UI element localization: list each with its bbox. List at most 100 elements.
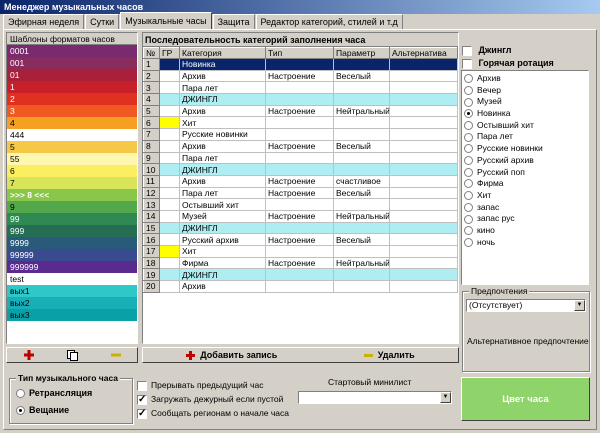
template-item[interactable]: test	[7, 273, 137, 285]
radio-dot[interactable]	[464, 202, 473, 212]
retranslation-radio-dot[interactable]	[16, 389, 25, 399]
radio-dot[interactable]	[464, 156, 473, 166]
table-row[interactable]: 2 Архив Настроение Веселый	[143, 69, 458, 83]
tab-2[interactable]: Музыкальные часы	[120, 12, 212, 29]
category-radio-item[interactable]: Архив	[462, 73, 588, 85]
column-header[interactable]: Альтернатива	[389, 47, 458, 59]
hour-option-checkbox[interactable]: Сообщать регионам о начале часа	[137, 406, 289, 421]
template-item[interactable]: 9999	[7, 237, 137, 249]
template-item[interactable]: 6	[7, 165, 137, 177]
category-radio-item[interactable]: запас	[462, 202, 588, 214]
template-item[interactable]: 99999	[7, 249, 137, 261]
category-radio-item[interactable]: Остывший хит	[462, 120, 588, 132]
table-row[interactable]: 1 Новинка	[143, 58, 458, 71]
add-record-button[interactable]: Добавить запись	[186, 350, 277, 360]
category-radio-item[interactable]: Хит	[462, 190, 588, 202]
category-radio-item[interactable]: Пара лет	[462, 131, 588, 143]
hour-option-checkbox[interactable]: Прерывать предыдущий час	[137, 378, 287, 392]
table-row[interactable]: 13 Остывший хит	[143, 198, 458, 211]
copy-template-button[interactable]	[66, 349, 78, 361]
hot-rotation-check-box[interactable]	[462, 58, 472, 69]
remove-template-button[interactable]	[110, 350, 121, 360]
column-header[interactable]: Категория	[179, 47, 266, 59]
template-item[interactable]: 9	[7, 201, 137, 213]
tab-1[interactable]: Сутки	[85, 14, 120, 29]
hour-option-checkbox[interactable]: Загружать дежурный если пустой	[137, 392, 287, 407]
template-item[interactable]: 999	[7, 225, 137, 237]
broadcast-radio-dot[interactable]	[16, 406, 25, 416]
table-row[interactable]: 3 Пара лет	[143, 81, 458, 95]
option-check-box[interactable]	[137, 393, 147, 407]
tab-0[interactable]: Эфирная неделя	[3, 14, 85, 29]
template-item[interactable]: 444	[7, 129, 137, 141]
category-radio-item[interactable]: Фирма	[462, 178, 588, 190]
radio-dot[interactable]	[464, 109, 473, 119]
table-row[interactable]: 15 ДЖИНГЛ	[143, 221, 458, 235]
column-header[interactable]: Параметр	[333, 47, 390, 59]
table-row[interactable]: 20 Архив	[143, 280, 458, 293]
hot-rotation-checkbox[interactable]: Горячая ротация	[462, 58, 554, 69]
template-item[interactable]: 55	[7, 153, 137, 165]
broadcast-radio[interactable]: Вещание	[16, 405, 69, 416]
radio-dot[interactable]	[464, 97, 473, 107]
table-row[interactable]: 9 Пара лет	[143, 151, 458, 165]
tab-4[interactable]: Редактор категорий, стилей и т.д	[255, 14, 403, 29]
radio-dot[interactable]	[464, 226, 473, 236]
column-header[interactable]: Тип	[265, 47, 334, 59]
category-radio-item[interactable]: ночь	[462, 237, 588, 249]
add-template-button[interactable]	[23, 350, 34, 360]
template-item[interactable]: вых2	[7, 297, 137, 309]
radio-dot[interactable]	[464, 144, 473, 154]
template-item[interactable]: 5	[7, 141, 137, 153]
table-row[interactable]: 18 Фирма Настроение Нейтральный	[143, 256, 458, 270]
template-item[interactable]: 01	[7, 69, 137, 81]
template-item[interactable]: вых3	[7, 309, 137, 321]
option-check-box[interactable]	[137, 380, 147, 391]
template-item[interactable]: 001	[7, 57, 137, 69]
table-row[interactable]: 4 ДЖИНГЛ	[143, 93, 458, 106]
start-minilist-select[interactable]: ▼	[298, 391, 452, 404]
radio-dot[interactable]	[464, 74, 473, 84]
template-item[interactable]: 99	[7, 213, 137, 225]
category-radio-item[interactable]: Русский архив	[462, 155, 588, 167]
hour-templates-list[interactable]: Шаблоны форматов часов 0001 001 01 1 2 3 4 444 5…	[6, 32, 138, 344]
category-radio-item[interactable]: Новинка	[462, 108, 588, 120]
table-row[interactable]: 5 Архив Настроение Нейтральный	[143, 104, 458, 118]
table-row[interactable]: 16 Русский архив Настроение Веселый	[143, 233, 458, 246]
tab-3[interactable]: Защита	[212, 14, 255, 29]
category-radio-item[interactable]: Русский поп	[462, 167, 588, 179]
category-radio-item[interactable]: Русские новинки	[462, 143, 588, 155]
category-sequence-grid[interactable]: Последовательность категорий заполнения …	[142, 32, 459, 344]
template-item[interactable]: 4	[7, 117, 137, 129]
column-header[interactable]: №	[143, 47, 160, 59]
radio-dot[interactable]	[464, 179, 473, 189]
delete-record-button[interactable]: Удалить	[363, 350, 415, 360]
table-row[interactable]: 6 Хит	[143, 116, 458, 130]
table-row[interactable]: 19 ДЖИНГЛ	[143, 268, 458, 282]
table-row[interactable]: 10 ДЖИНГЛ	[143, 163, 458, 176]
radio-dot[interactable]	[464, 167, 473, 177]
jingle-checkbox[interactable]: Джингл	[462, 45, 512, 56]
chevron-down-icon[interactable]: ▼	[440, 392, 451, 403]
radio-dot[interactable]	[464, 121, 473, 130]
template-item[interactable]: 7	[7, 177, 137, 189]
category-radio-item[interactable]: запас рус	[462, 213, 588, 225]
table-row[interactable]: 12 Пара лет Настроение Веселый	[143, 186, 458, 200]
category-radio-list[interactable]: Архив Вечер Музей Новинка Остывший хит Пара л…	[461, 70, 589, 285]
option-check-box[interactable]	[137, 407, 147, 421]
template-item[interactable]: вых1	[7, 285, 137, 297]
template-item[interactable]: >>> 8 <<<	[7, 189, 137, 201]
table-row[interactable]: 7 Русские новинки	[143, 128, 458, 141]
table-row[interactable]: 11 Архив Настроение счастливое	[143, 174, 458, 188]
hour-color-button[interactable]: Цвет часа	[461, 377, 590, 421]
template-item[interactable]: 2	[7, 93, 137, 105]
radio-dot[interactable]	[464, 85, 473, 95]
retranslation-radio[interactable]: Ретрансляция	[16, 388, 92, 399]
category-radio-item[interactable]: Вечер	[462, 85, 588, 97]
radio-dot[interactable]	[464, 214, 473, 224]
table-row[interactable]: 14 Музей Настроение Нейтральный	[143, 209, 458, 223]
table-row[interactable]: 17 Хит	[143, 245, 458, 258]
preference-select[interactable]: (Отсутствует) ▼	[466, 299, 586, 312]
column-header[interactable]: ГР	[159, 47, 180, 59]
radio-dot[interactable]	[464, 237, 473, 247]
